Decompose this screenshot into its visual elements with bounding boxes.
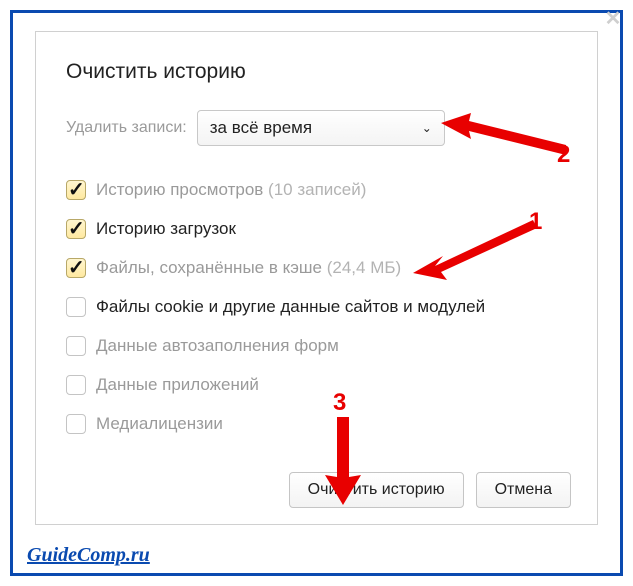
close-icon[interactable]: ✕ — [603, 10, 623, 30]
option-label: Данные приложений — [96, 375, 259, 395]
option-checkbox[interactable] — [66, 297, 86, 317]
options-list: Историю просмотров (10 записей) Историю з… — [66, 180, 567, 434]
option-row: Файлы cookie и другие данные сайтов и мо… — [66, 297, 567, 317]
cancel-button[interactable]: Отмена — [476, 472, 571, 508]
clear-history-dialog: Очистить историю Удалить записи: за всё … — [35, 31, 598, 525]
range-label: Удалить записи: — [66, 119, 187, 137]
option-label: Файлы cookie и другие данные сайтов и мо… — [96, 297, 485, 317]
watermark: GuideComp.ru — [27, 544, 150, 567]
option-checkbox[interactable] — [66, 180, 86, 200]
option-label: Историю просмотров (10 записей) — [96, 180, 366, 200]
option-row: Данные приложений — [66, 375, 567, 395]
range-select-value: за всё время — [210, 118, 312, 138]
clear-button[interactable]: Очистить историю — [289, 472, 464, 508]
option-row: Файлы, сохранённые в кэше (24,4 МБ) — [66, 258, 567, 278]
option-hint: (10 записей) — [268, 180, 366, 199]
dialog-title: Очистить историю — [66, 60, 567, 84]
option-label: Файлы, сохранённые в кэше (24,4 МБ) — [96, 258, 401, 278]
option-row: Историю загрузок — [66, 219, 567, 239]
option-row: Медиалицензии — [66, 414, 567, 434]
range-select[interactable]: за всё время ⌄ — [197, 110, 445, 146]
option-checkbox[interactable] — [66, 375, 86, 395]
option-label: Данные автозаполнения форм — [96, 336, 339, 356]
option-row: Данные автозаполнения форм — [66, 336, 567, 356]
button-bar: Очистить историю Отмена — [289, 472, 571, 508]
option-checkbox[interactable] — [66, 258, 86, 278]
option-checkbox[interactable] — [66, 336, 86, 356]
option-label: Медиалицензии — [96, 414, 223, 434]
chevron-down-icon: ⌄ — [422, 121, 432, 135]
tutorial-frame: ✕ Очистить историю Удалить записи: за вс… — [10, 10, 623, 576]
option-checkbox[interactable] — [66, 219, 86, 239]
option-checkbox[interactable] — [66, 414, 86, 434]
range-row: Удалить записи: за всё время ⌄ — [66, 110, 567, 146]
option-label: Историю загрузок — [96, 219, 236, 239]
option-row: Историю просмотров (10 записей) — [66, 180, 567, 200]
option-hint: (24,4 МБ) — [327, 258, 401, 277]
